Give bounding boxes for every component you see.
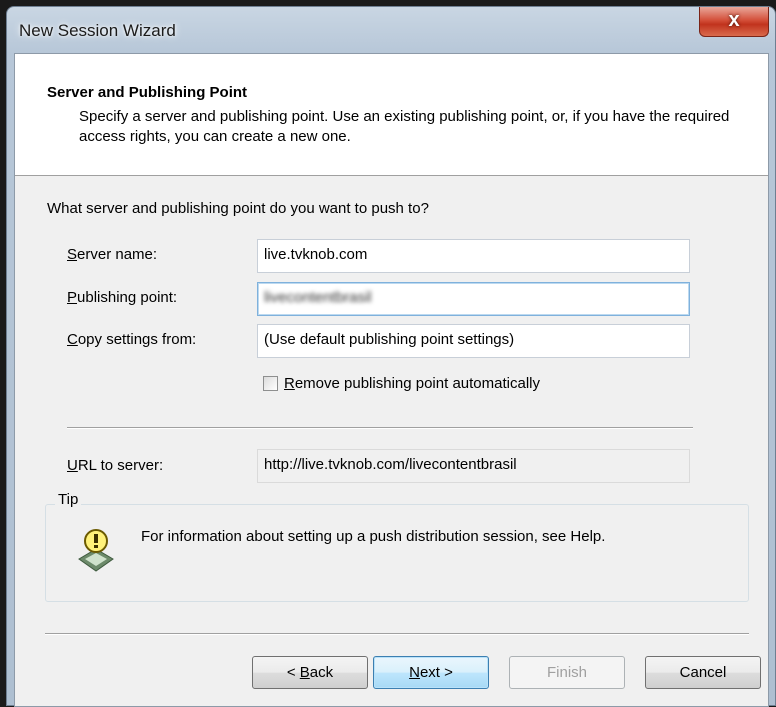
remove-publishing-point-checkbox[interactable]: [263, 376, 278, 391]
publishing-point-input[interactable]: livecontentbrasil: [257, 282, 690, 316]
finish-button[interactable]: Finish: [509, 656, 625, 689]
wizard-header: Server and Publishing Point Specify a se…: [15, 54, 768, 176]
wizard-window: New Session Wizard x Server and Publishi…: [6, 6, 776, 707]
tip-text: For information about setting up a push …: [141, 528, 606, 545]
copy-settings-label: Copy settings from:: [67, 331, 197, 348]
title-bar[interactable]: New Session Wizard x: [7, 7, 775, 53]
server-name-label: Server name:: [67, 246, 158, 263]
tip-label: Tip: [55, 491, 82, 508]
server-name-input[interactable]: live.tvknob.com: [257, 239, 690, 273]
remove-publishing-point-option[interactable]: Remove publishing point automatically: [263, 375, 540, 392]
url-to-server-label: URL to server:: [67, 457, 164, 474]
page-title: Server and Publishing Point: [47, 84, 248, 101]
cancel-button[interactable]: Cancel: [645, 656, 761, 689]
tip-groupbox: [45, 504, 749, 602]
url-to-server-field: http://live.tvknob.com/livecontentbrasil: [257, 449, 690, 483]
page-description: Specify a server and publishing point. U…: [79, 108, 730, 145]
copy-settings-select[interactable]: (Use default publishing point settings): [257, 324, 690, 358]
next-button[interactable]: Next >: [373, 656, 489, 689]
close-button[interactable]: x: [699, 7, 769, 37]
window-title: New Session Wizard: [19, 21, 176, 40]
footer-divider: [45, 633, 749, 635]
back-button[interactable]: < Back: [252, 656, 368, 689]
close-icon: x: [728, 9, 740, 31]
publishing-point-label: Publishing point:: [67, 289, 178, 306]
remove-publishing-point-label: Remove publishing point automatically: [284, 375, 540, 392]
divider: [67, 427, 693, 429]
question-text: What server and publishing point do you …: [47, 200, 429, 217]
tip-lightbulb-icon: [77, 527, 115, 577]
dialog-client-area: Server and Publishing Point Specify a se…: [14, 53, 769, 707]
